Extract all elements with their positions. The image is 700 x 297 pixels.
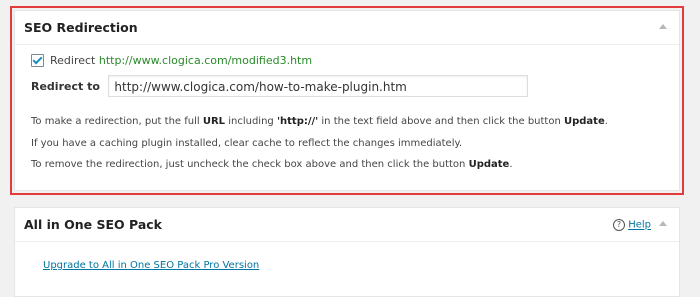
highlight-frame	[10, 6, 684, 195]
help-area[interactable]: ? Help	[613, 219, 651, 231]
help-circle-icon[interactable]: ?	[613, 219, 625, 231]
upgrade-link[interactable]: Upgrade to All in One SEO Pack Pro Versi…	[43, 260, 259, 271]
aioseo-title: All in One SEO Pack	[24, 217, 162, 232]
aioseo-box: All in One SEO Pack ? Help Upgrade to Al…	[14, 207, 680, 297]
collapse-arrow-icon[interactable]	[659, 221, 667, 226]
aioseo-header[interactable]: All in One SEO Pack ? Help	[15, 208, 679, 242]
help-link[interactable]: Help	[628, 220, 651, 231]
